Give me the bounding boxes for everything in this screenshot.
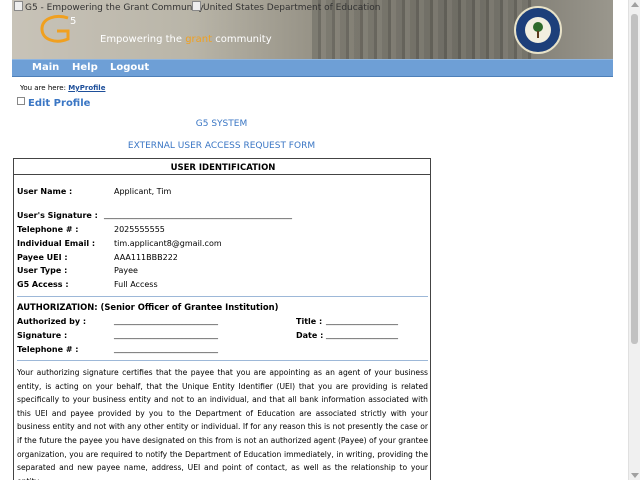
authorization-heading: AUTHORIZATION: (Senior Officer of Grante… xyxy=(17,302,279,312)
breadcrumb: You are here: MyProfile xyxy=(20,84,105,92)
payee-uei-label: Payee UEI : xyxy=(17,253,68,262)
tagline-text: Empowering the xyxy=(100,34,186,45)
seal-image-alt: United States Department of Education xyxy=(192,1,380,13)
date-line: __________________ xyxy=(326,330,398,339)
collapse-icon[interactable] xyxy=(17,97,25,105)
seal-alt-text: United States Department of Education xyxy=(203,3,381,13)
user-name-value: Applicant, Tim xyxy=(114,187,172,196)
nav-main[interactable]: Main xyxy=(32,62,59,73)
seal-center xyxy=(525,17,551,43)
breadcrumb-myprofile[interactable]: MyProfile xyxy=(68,84,105,92)
section-divider xyxy=(17,360,428,361)
g5-access-value: Full Access xyxy=(114,280,158,289)
system-title: G5 SYSTEM xyxy=(195,119,248,129)
nav-logout[interactable]: Logout xyxy=(110,62,149,73)
certification-statement: Your authorizing signature certifies tha… xyxy=(17,368,428,480)
access-request-form: USER IDENTIFICATION User Name : Applican… xyxy=(13,158,431,480)
tagline: Empowering the grant community xyxy=(100,34,272,45)
email-label: Individual Email : xyxy=(17,239,96,248)
tagline-text-end: community xyxy=(212,34,272,45)
user-signature-line: ________________________________________… xyxy=(104,210,292,219)
user-type-value: Payee xyxy=(114,266,138,275)
svg-text:5: 5 xyxy=(70,16,76,27)
vertical-scrollbar[interactable] xyxy=(628,0,640,480)
telephone-value: 2025555555 xyxy=(114,225,165,234)
signature-line: __________________________ xyxy=(114,330,218,339)
title-line: __________________ xyxy=(326,316,398,325)
user-identification-heading: USER IDENTIFICATION xyxy=(170,163,276,173)
telephone-label: Telephone # : xyxy=(17,225,79,234)
auth-telephone-label: Telephone # : xyxy=(17,345,79,354)
auth-telephone-line: __________________________ xyxy=(114,344,218,353)
section-divider xyxy=(17,296,428,297)
department-of-education-seal xyxy=(514,6,562,54)
tree-trunk xyxy=(537,31,539,38)
nav-help[interactable]: Help xyxy=(72,62,98,73)
page: G5 - Empowering the Grant Community Unit… xyxy=(0,0,628,480)
scroll-down-icon[interactable] xyxy=(631,473,639,478)
heading-divider xyxy=(14,174,430,175)
email-value: tim.applicant8@gmail.com xyxy=(114,239,222,248)
user-name-label: User Name : xyxy=(17,187,73,196)
user-type-label: User Type : xyxy=(17,266,68,275)
scroll-up-icon[interactable] xyxy=(631,2,639,7)
main-nav: Main Help Logout xyxy=(12,59,613,77)
header-banner: G5 - Empowering the Grant Community Unit… xyxy=(12,0,613,59)
g5-access-label: G5 Access : xyxy=(17,280,69,289)
date-label: Date : xyxy=(296,331,324,340)
breadcrumb-prefix: You are here: xyxy=(20,84,66,92)
broken-image-icon xyxy=(14,1,23,11)
broken-image-icon xyxy=(192,1,201,11)
tagline-highlight: grant xyxy=(185,34,213,45)
form-title: EXTERNAL USER ACCESS REQUEST FORM xyxy=(127,141,316,151)
scrollbar-thumb[interactable] xyxy=(631,14,638,344)
user-signature-label: User's Signature : xyxy=(17,211,98,220)
authorized-by-label: Authorized by : xyxy=(17,317,87,326)
edit-profile-toggle[interactable]: Edit Profile xyxy=(17,97,90,109)
signature-label: Signature : xyxy=(17,331,68,340)
section-title: Edit Profile xyxy=(28,98,91,109)
authorized-by-line: __________________________ xyxy=(114,316,218,325)
payee-uei-value: AAA111BBB222 xyxy=(114,253,178,262)
title-label: Title : xyxy=(296,317,323,326)
